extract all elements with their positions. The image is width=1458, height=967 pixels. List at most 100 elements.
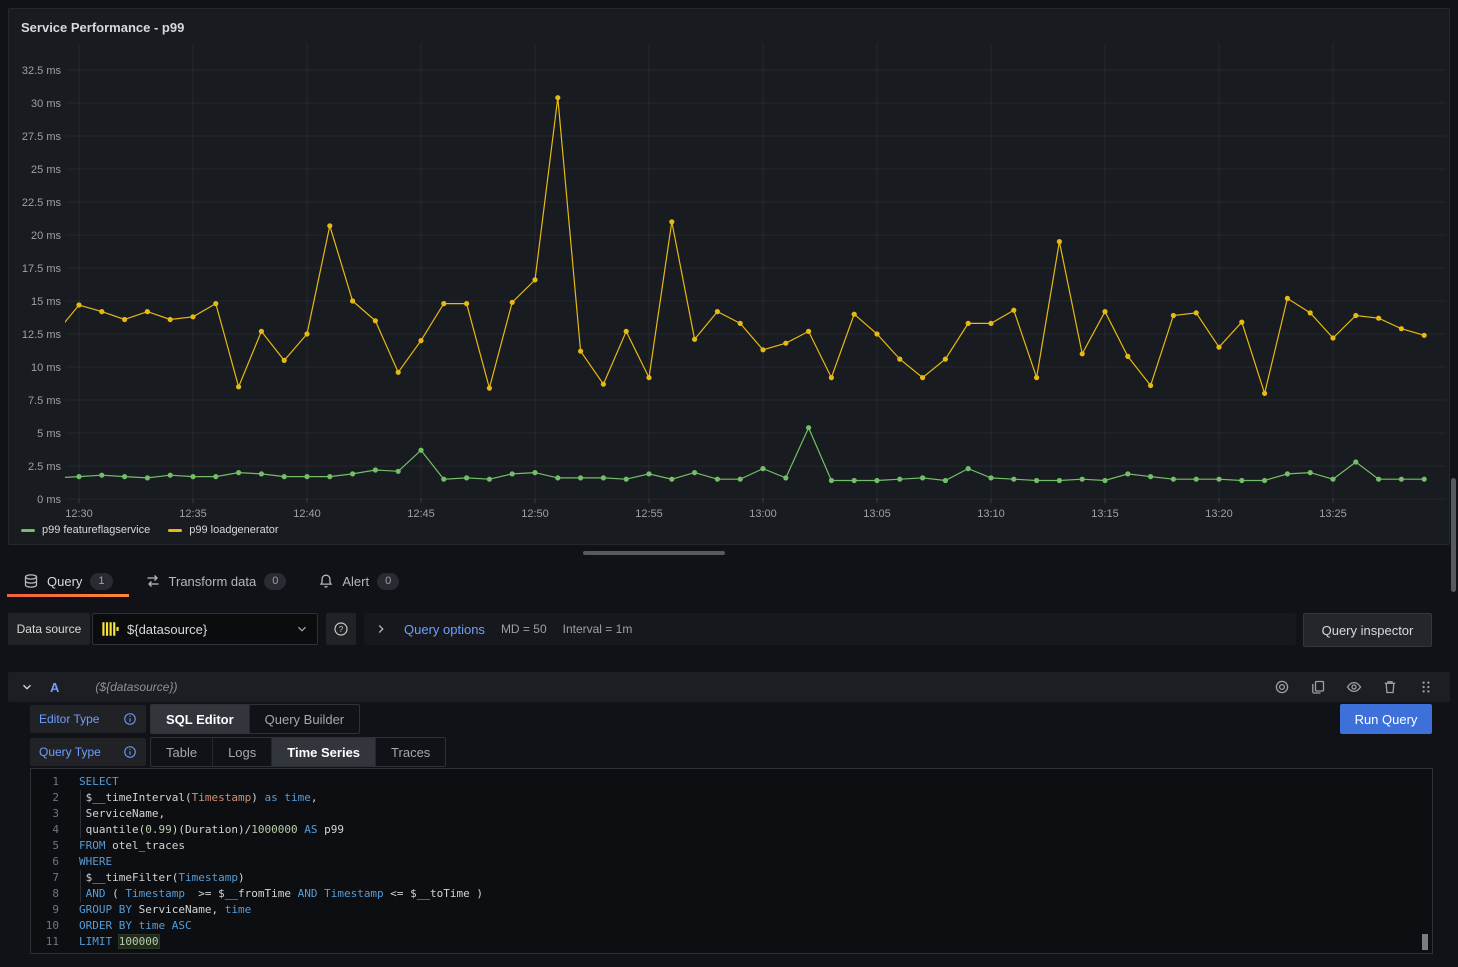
- svg-text:12:35: 12:35: [179, 508, 207, 520]
- info-circle-icon[interactable]: [123, 745, 137, 759]
- indent-guide: [80, 870, 81, 902]
- legend-item-featureflagservice[interactable]: p99 featureflagservice: [21, 524, 150, 536]
- query-row-header[interactable]: A (${datasource}): [8, 672, 1450, 702]
- legend-swatch-green: [21, 529, 35, 532]
- code-line: 2 $__timeInterval(Timestamp) as time,: [31, 790, 1432, 806]
- option-sql-editor[interactable]: SQL Editor: [151, 705, 249, 733]
- query-inspector-button[interactable]: Query inspector: [1303, 613, 1432, 647]
- editor-tabbar: Query 1 Transform data 0 Alert 0: [7, 565, 415, 597]
- line-number: 10: [31, 918, 59, 934]
- query-type-field-label: Query Type: [30, 738, 146, 766]
- tab-alert[interactable]: Alert 0: [302, 565, 415, 597]
- svg-text:13:00: 13:00: [749, 508, 777, 520]
- svg-text:13:20: 13:20: [1205, 508, 1233, 520]
- query-options-bar[interactable]: Query options MD = 50 Interval = 1m: [364, 613, 1296, 645]
- svg-text:13:10: 13:10: [977, 508, 1005, 520]
- svg-text:32.5 ms: 32.5 ms: [22, 65, 62, 77]
- line-number: 4: [31, 822, 59, 838]
- code-line: 1SELECT: [31, 774, 1432, 790]
- horizontal-scrollbar-thumb[interactable]: [583, 551, 725, 555]
- svg-text:13:25: 13:25: [1319, 508, 1347, 520]
- svg-text:27.5 ms: 27.5 ms: [22, 131, 62, 143]
- svg-text:25 ms: 25 ms: [31, 164, 61, 176]
- svg-text:5 ms: 5 ms: [37, 428, 61, 440]
- svg-text:12:30: 12:30: [65, 508, 93, 520]
- svg-text:12:55: 12:55: [635, 508, 663, 520]
- record-circle-icon[interactable]: [1274, 679, 1290, 695]
- editor-type-field-label: Editor Type: [30, 705, 146, 733]
- svg-text:12:45: 12:45: [407, 508, 435, 520]
- svg-text:10 ms: 10 ms: [31, 362, 61, 374]
- datasource-select[interactable]: ${datasource}: [92, 613, 318, 645]
- editor-scrollbar-thumb[interactable]: [1422, 934, 1428, 950]
- svg-text:30 ms: 30 ms: [31, 98, 61, 110]
- tab-query[interactable]: Query 1: [7, 565, 129, 597]
- legend-item-loadgenerator[interactable]: p99 loadgenerator: [168, 524, 278, 536]
- bell-icon: [318, 573, 334, 589]
- legend-label[interactable]: p99 loadgenerator: [189, 524, 278, 536]
- timeseries-panel: Service Performance - p99 0 ms2.5 ms5 ms…: [8, 8, 1450, 545]
- option-query-builder[interactable]: Query Builder: [249, 705, 359, 733]
- code-line: 7 $__timeFilter(Timestamp): [31, 870, 1432, 886]
- code-line: 10ORDER BY time ASC: [31, 918, 1432, 934]
- clickhouse-logo-icon: [101, 620, 119, 638]
- code-line: 5FROM otel_traces: [31, 838, 1432, 854]
- datasource-help-button[interactable]: ?: [326, 613, 356, 645]
- svg-text:13:05: 13:05: [863, 508, 891, 520]
- svg-text:7.5 ms: 7.5 ms: [28, 395, 62, 407]
- chevron-right-icon: [374, 622, 388, 636]
- delete-query-trash-icon[interactable]: [1382, 679, 1398, 695]
- query-datasource-hint: (${datasource}): [95, 680, 177, 694]
- line-number: 3: [31, 806, 59, 822]
- drag-handle-icon[interactable]: [1418, 679, 1434, 695]
- transform-count-badge: 0: [264, 573, 286, 590]
- query-type-segmented-control: TableLogsTime SeriesTraces: [150, 737, 446, 767]
- editor-type-segmented-control: SQL EditorQuery Builder: [150, 704, 360, 734]
- indent-guide: [80, 790, 81, 838]
- datasource-value: ${datasource}: [127, 622, 287, 637]
- svg-text:2.5 ms: 2.5 ms: [28, 461, 62, 473]
- run-query-button[interactable]: Run Query: [1340, 704, 1432, 734]
- code-line: 9GROUP BY ServiceName, time: [31, 902, 1432, 918]
- query-row-actions: [1274, 679, 1438, 695]
- code-line: 8 AND ( Timestamp >= $__fromTime AND Tim…: [31, 886, 1432, 902]
- query-type-label: Query Type: [39, 745, 101, 759]
- chart-legend: p99 featureflagservice p99 loadgenerator: [21, 524, 279, 536]
- database-icon: [23, 573, 39, 589]
- sql-code-editor[interactable]: 1SELECT2 $__timeInterval(Timestamp) as t…: [30, 768, 1433, 954]
- svg-text:12.5 ms: 12.5 ms: [22, 329, 62, 341]
- svg-text:12:40: 12:40: [293, 508, 321, 520]
- option-time-series[interactable]: Time Series: [271, 738, 375, 766]
- line-number: 11: [31, 934, 59, 950]
- legend-swatch-yellow: [168, 529, 182, 532]
- option-traces[interactable]: Traces: [375, 738, 445, 766]
- code-line: 3 ServiceName,: [31, 806, 1432, 822]
- code-line: 4 quantile(0.99)(Duration)/1000000 AS p9…: [31, 822, 1432, 838]
- info-circle-icon[interactable]: [123, 712, 137, 726]
- svg-text:?: ?: [339, 625, 344, 634]
- line-number: 2: [31, 790, 59, 806]
- tab-label: Query: [47, 574, 82, 589]
- legend-label[interactable]: p99 featureflagservice: [42, 524, 150, 536]
- duplicate-query-icon[interactable]: [1310, 679, 1326, 695]
- tab-transform-data[interactable]: Transform data 0: [129, 565, 303, 597]
- hide-query-eye-icon[interactable]: [1346, 679, 1362, 695]
- svg-text:13:15: 13:15: [1091, 508, 1119, 520]
- code-lines: 1SELECT2 $__timeInterval(Timestamp) as t…: [31, 774, 1432, 950]
- editor-type-label: Editor Type: [39, 712, 99, 726]
- option-logs[interactable]: Logs: [212, 738, 271, 766]
- svg-text:20 ms: 20 ms: [31, 230, 61, 242]
- max-datapoints-stat: MD = 50: [501, 622, 547, 636]
- datasource-label: Data source: [8, 613, 90, 645]
- collapse-chevron-icon[interactable]: [20, 680, 34, 694]
- option-table[interactable]: Table: [151, 738, 212, 766]
- page-scrollbar-thumb[interactable]: [1451, 478, 1456, 592]
- query-options-link[interactable]: Query options: [404, 622, 485, 637]
- timeseries-chart[interactable]: 0 ms2.5 ms5 ms7.5 ms10 ms12.5 ms15 ms17.…: [9, 9, 1449, 544]
- line-number: 5: [31, 838, 59, 854]
- svg-text:15 ms: 15 ms: [31, 296, 61, 308]
- svg-text:17.5 ms: 17.5 ms: [22, 263, 62, 275]
- alert-count-badge: 0: [377, 573, 399, 590]
- interval-stat: Interval = 1m: [563, 622, 633, 636]
- code-line: 6WHERE: [31, 854, 1432, 870]
